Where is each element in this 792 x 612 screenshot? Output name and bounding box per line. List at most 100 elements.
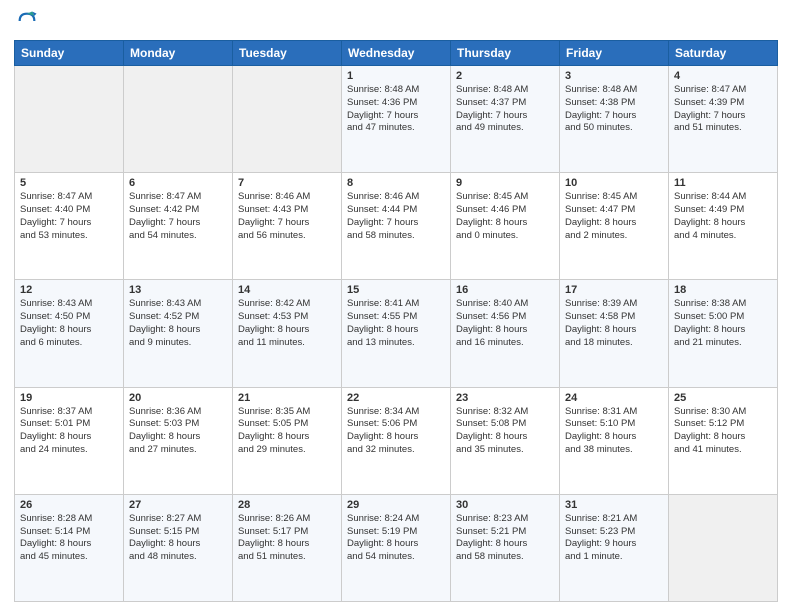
day-info: Sunrise: 8:47 AM Sunset: 4:39 PM Dayligh… — [674, 84, 772, 135]
logo-icon — [16, 10, 38, 32]
calendar-cell: 6 Sunrise: 8:47 AM Sunset: 4:42 PM Daylig… — [124, 173, 233, 280]
calendar-cell: 23Sunrise: 8:32 AM Sunset: 5:08 PM Dayli… — [451, 387, 560, 494]
day-number: 30 — [456, 499, 554, 511]
day-number: 19 — [20, 392, 118, 404]
calendar-cell: 21 Sunrise: 8:35 AM Sunset: 5:05 PM Dayli… — [233, 387, 342, 494]
day-number: 3 — [565, 70, 663, 82]
calendar-week: 5 Sunrise: 8:47 AM Sunset: 4:40 PM Daylig… — [15, 173, 778, 280]
calendar-week: 19Sunrise: 8:37 AM Sunset: 5:01 PM Dayli… — [15, 387, 778, 494]
day-info: Sunrise: 8:24 AM Sunset: 5:19 PM Dayligh… — [347, 513, 445, 564]
calendar-cell: 5 Sunrise: 8:47 AM Sunset: 4:40 PM Daylig… — [15, 173, 124, 280]
calendar-table: SundayMondayTuesdayWednesdayThursdayFrid… — [14, 40, 778, 602]
calendar-cell: 31 Sunrise: 8:21 AM Sunset: 5:23 PM Dayli… — [560, 494, 669, 601]
day-number: 29 — [347, 499, 445, 511]
day-info: Sunrise: 8:40 AM Sunset: 4:56 PM Dayligh… — [456, 298, 554, 349]
calendar-cell: 25 Sunrise: 8:30 AM Sunset: 5:12 PM Dayli… — [669, 387, 778, 494]
day-info: Sunrise: 8:39 AM Sunset: 4:58 PM Dayligh… — [565, 298, 663, 349]
calendar-cell: 18 Sunrise: 8:38 AM Sunset: 5:00 PM Dayli… — [669, 280, 778, 387]
day-info: Sunrise: 8:23 AM Sunset: 5:21 PM Dayligh… — [456, 513, 554, 564]
day-number: 20 — [129, 392, 227, 404]
weekday-header: Tuesday — [233, 41, 342, 66]
calendar-cell — [669, 494, 778, 601]
calendar-cell: 13Sunrise: 8:43 AM Sunset: 4:52 PM Dayli… — [124, 280, 233, 387]
day-number: 25 — [674, 392, 772, 404]
day-info: Sunrise: 8:46 AM Sunset: 4:43 PM Dayligh… — [238, 191, 336, 242]
day-info: Sunrise: 8:38 AM Sunset: 5:00 PM Dayligh… — [674, 298, 772, 349]
calendar-cell — [124, 66, 233, 173]
day-number: 18 — [674, 284, 772, 296]
day-number: 6 — [129, 177, 227, 189]
logo — [14, 10, 38, 32]
day-number: 10 — [565, 177, 663, 189]
day-number: 12 — [20, 284, 118, 296]
weekday-header: Friday — [560, 41, 669, 66]
calendar-cell — [15, 66, 124, 173]
day-number: 26 — [20, 499, 118, 511]
day-info: Sunrise: 8:44 AM Sunset: 4:49 PM Dayligh… — [674, 191, 772, 242]
day-info: Sunrise: 8:30 AM Sunset: 5:12 PM Dayligh… — [674, 406, 772, 457]
calendar-cell: 24Sunrise: 8:31 AM Sunset: 5:10 PM Dayli… — [560, 387, 669, 494]
day-number: 24 — [565, 392, 663, 404]
header-row: SundayMondayTuesdayWednesdayThursdayFrid… — [15, 41, 778, 66]
day-info: Sunrise: 8:41 AM Sunset: 4:55 PM Dayligh… — [347, 298, 445, 349]
page: SundayMondayTuesdayWednesdayThursdayFrid… — [0, 0, 792, 612]
calendar-cell: 28Sunrise: 8:26 AM Sunset: 5:17 PM Dayli… — [233, 494, 342, 601]
day-info: Sunrise: 8:42 AM Sunset: 4:53 PM Dayligh… — [238, 298, 336, 349]
day-number: 17 — [565, 284, 663, 296]
day-number: 31 — [565, 499, 663, 511]
day-info: Sunrise: 8:45 AM Sunset: 4:47 PM Dayligh… — [565, 191, 663, 242]
day-info: Sunrise: 8:43 AM Sunset: 4:50 PM Dayligh… — [20, 298, 118, 349]
calendar-cell: 12 Sunrise: 8:43 AM Sunset: 4:50 PM Dayli… — [15, 280, 124, 387]
day-number: 15 — [347, 284, 445, 296]
day-number: 4 — [674, 70, 772, 82]
calendar-cell: 16 Sunrise: 8:40 AM Sunset: 4:56 PM Dayli… — [451, 280, 560, 387]
calendar-cell: 26Sunrise: 8:28 AM Sunset: 5:14 PM Dayli… — [15, 494, 124, 601]
day-number: 7 — [238, 177, 336, 189]
calendar-cell: 8 Sunrise: 8:46 AM Sunset: 4:44 PM Daylig… — [342, 173, 451, 280]
day-number: 2 — [456, 70, 554, 82]
calendar-cell: 17 Sunrise: 8:39 AM Sunset: 4:58 PM Dayli… — [560, 280, 669, 387]
day-info: Sunrise: 8:21 AM Sunset: 5:23 PM Dayligh… — [565, 513, 663, 564]
calendar-cell: 22 Sunrise: 8:34 AM Sunset: 5:06 PM Dayli… — [342, 387, 451, 494]
day-info: Sunrise: 8:45 AM Sunset: 4:46 PM Dayligh… — [456, 191, 554, 242]
day-info: Sunrise: 8:35 AM Sunset: 5:05 PM Dayligh… — [238, 406, 336, 457]
calendar-cell: 19Sunrise: 8:37 AM Sunset: 5:01 PM Dayli… — [15, 387, 124, 494]
day-info: Sunrise: 8:48 AM Sunset: 4:38 PM Dayligh… — [565, 84, 663, 135]
header — [14, 10, 778, 32]
calendar-cell: 11 Sunrise: 8:44 AM Sunset: 4:49 PM Dayli… — [669, 173, 778, 280]
day-number: 5 — [20, 177, 118, 189]
day-number: 1 — [347, 70, 445, 82]
day-info: Sunrise: 8:47 AM Sunset: 4:40 PM Dayligh… — [20, 191, 118, 242]
calendar-week: 26Sunrise: 8:28 AM Sunset: 5:14 PM Dayli… — [15, 494, 778, 601]
day-number: 11 — [674, 177, 772, 189]
day-info: Sunrise: 8:46 AM Sunset: 4:44 PM Dayligh… — [347, 191, 445, 242]
weekday-header: Wednesday — [342, 41, 451, 66]
day-number: 21 — [238, 392, 336, 404]
calendar-cell: 14Sunrise: 8:42 AM Sunset: 4:53 PM Dayli… — [233, 280, 342, 387]
day-number: 9 — [456, 177, 554, 189]
day-info: Sunrise: 8:36 AM Sunset: 5:03 PM Dayligh… — [129, 406, 227, 457]
day-info: Sunrise: 8:48 AM Sunset: 4:36 PM Dayligh… — [347, 84, 445, 135]
day-number: 16 — [456, 284, 554, 296]
day-number: 8 — [347, 177, 445, 189]
calendar-cell: 9 Sunrise: 8:45 AM Sunset: 4:46 PM Daylig… — [451, 173, 560, 280]
calendar-cell: 2Sunrise: 8:48 AM Sunset: 4:37 PM Daylig… — [451, 66, 560, 173]
calendar-cell: 1 Sunrise: 8:48 AM Sunset: 4:36 PM Daylig… — [342, 66, 451, 173]
weekday-header: Monday — [124, 41, 233, 66]
day-info: Sunrise: 8:47 AM Sunset: 4:42 PM Dayligh… — [129, 191, 227, 242]
calendar-cell: 30 Sunrise: 8:23 AM Sunset: 5:21 PM Dayli… — [451, 494, 560, 601]
weekday-header: Saturday — [669, 41, 778, 66]
calendar-cell — [233, 66, 342, 173]
calendar-cell: 27Sunrise: 8:27 AM Sunset: 5:15 PM Dayli… — [124, 494, 233, 601]
calendar-cell: 10 Sunrise: 8:45 AM Sunset: 4:47 PM Dayli… — [560, 173, 669, 280]
day-info: Sunrise: 8:34 AM Sunset: 5:06 PM Dayligh… — [347, 406, 445, 457]
day-number: 28 — [238, 499, 336, 511]
day-info: Sunrise: 8:32 AM Sunset: 5:08 PM Dayligh… — [456, 406, 554, 457]
calendar-cell: 3 Sunrise: 8:48 AM Sunset: 4:38 PM Daylig… — [560, 66, 669, 173]
day-info: Sunrise: 8:27 AM Sunset: 5:15 PM Dayligh… — [129, 513, 227, 564]
day-number: 13 — [129, 284, 227, 296]
calendar-cell: 29 Sunrise: 8:24 AM Sunset: 5:19 PM Dayli… — [342, 494, 451, 601]
day-number: 22 — [347, 392, 445, 404]
calendar-cell: 15 Sunrise: 8:41 AM Sunset: 4:55 PM Dayli… — [342, 280, 451, 387]
calendar-cell: 4 Sunrise: 8:47 AM Sunset: 4:39 PM Daylig… — [669, 66, 778, 173]
